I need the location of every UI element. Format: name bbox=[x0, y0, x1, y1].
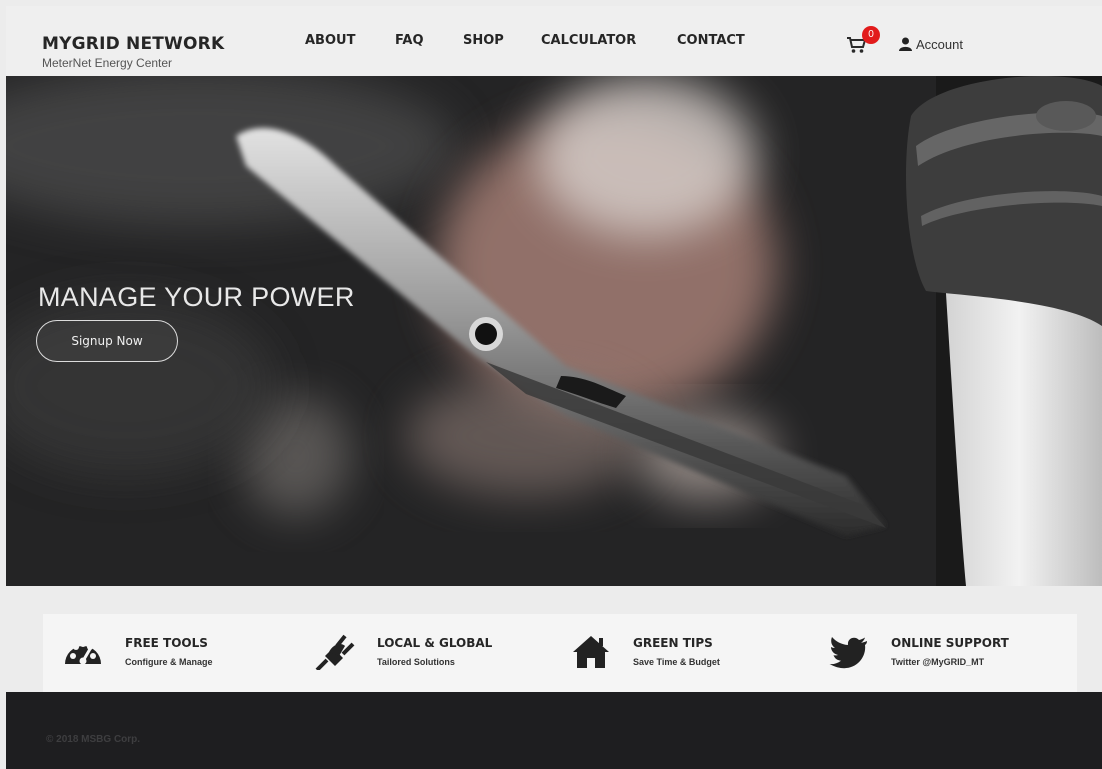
feature-title: FREE TOOLS bbox=[125, 636, 208, 650]
copyright-text: © 2018 MSBG Corp. bbox=[46, 734, 141, 745]
brand[interactable]: MYGRID NETWORK MeterNet Energy Center bbox=[42, 34, 224, 70]
plug-icon bbox=[315, 634, 355, 670]
feature-free-tools[interactable]: FREE TOOLS Configure & Manage bbox=[63, 628, 293, 678]
nav-item-about[interactable]: ABOUT bbox=[305, 33, 355, 48]
feature-subtitle: Twitter @MyGRID_MT bbox=[891, 657, 985, 667]
account-label: Account bbox=[916, 36, 963, 52]
hero-banner: MANAGE YOUR POWER Signup Now bbox=[6, 76, 1102, 586]
signup-button[interactable]: Signup Now bbox=[36, 320, 178, 362]
feature-subtitle: Configure & Manage bbox=[125, 657, 213, 667]
brand-title[interactable]: MYGRID NETWORK bbox=[42, 34, 224, 54]
feature-subtitle: Save Time & Budget bbox=[633, 657, 720, 667]
nav-item-contact[interactable]: CONTACT bbox=[677, 33, 745, 48]
feature-title: GREEN TIPS bbox=[633, 636, 713, 650]
twitter-icon bbox=[829, 637, 867, 669]
nav-item-faq[interactable]: FAQ bbox=[395, 33, 424, 48]
brand-subtitle: MeterNet Energy Center bbox=[42, 56, 173, 70]
site-header: MYGRID NETWORK MeterNet Energy Center AB… bbox=[6, 6, 1102, 76]
feature-online-support[interactable]: ONLINE SUPPORT Twitter @MyGRID_MT bbox=[829, 628, 1059, 678]
feature-title: ONLINE SUPPORT bbox=[891, 636, 1009, 650]
site-footer: © 2018 MSBG Corp. bbox=[6, 692, 1102, 769]
home-icon bbox=[573, 636, 609, 668]
feature-local-global[interactable]: LOCAL & GLOBAL Tailored Solutions bbox=[315, 628, 545, 678]
hero-title: MANAGE YOUR POWER bbox=[38, 282, 355, 312]
feature-title: LOCAL & GLOBAL bbox=[377, 636, 493, 650]
feature-green-tips[interactable]: GREEN TIPS Save Time & Budget bbox=[571, 628, 801, 678]
nav-item-shop[interactable]: SHOP bbox=[463, 33, 504, 48]
cart-count-badge: 0 bbox=[862, 26, 880, 44]
feature-subtitle: Tailored Solutions bbox=[377, 657, 455, 667]
user-icon bbox=[899, 37, 912, 51]
dashboard-icon bbox=[65, 641, 101, 665]
account-link[interactable]: Account bbox=[899, 35, 963, 53]
features-bar: FREE TOOLS Configure & Manage LOCAL & GL… bbox=[43, 614, 1077, 692]
nav-item-calculator[interactable]: CALCULATOR bbox=[541, 33, 636, 48]
